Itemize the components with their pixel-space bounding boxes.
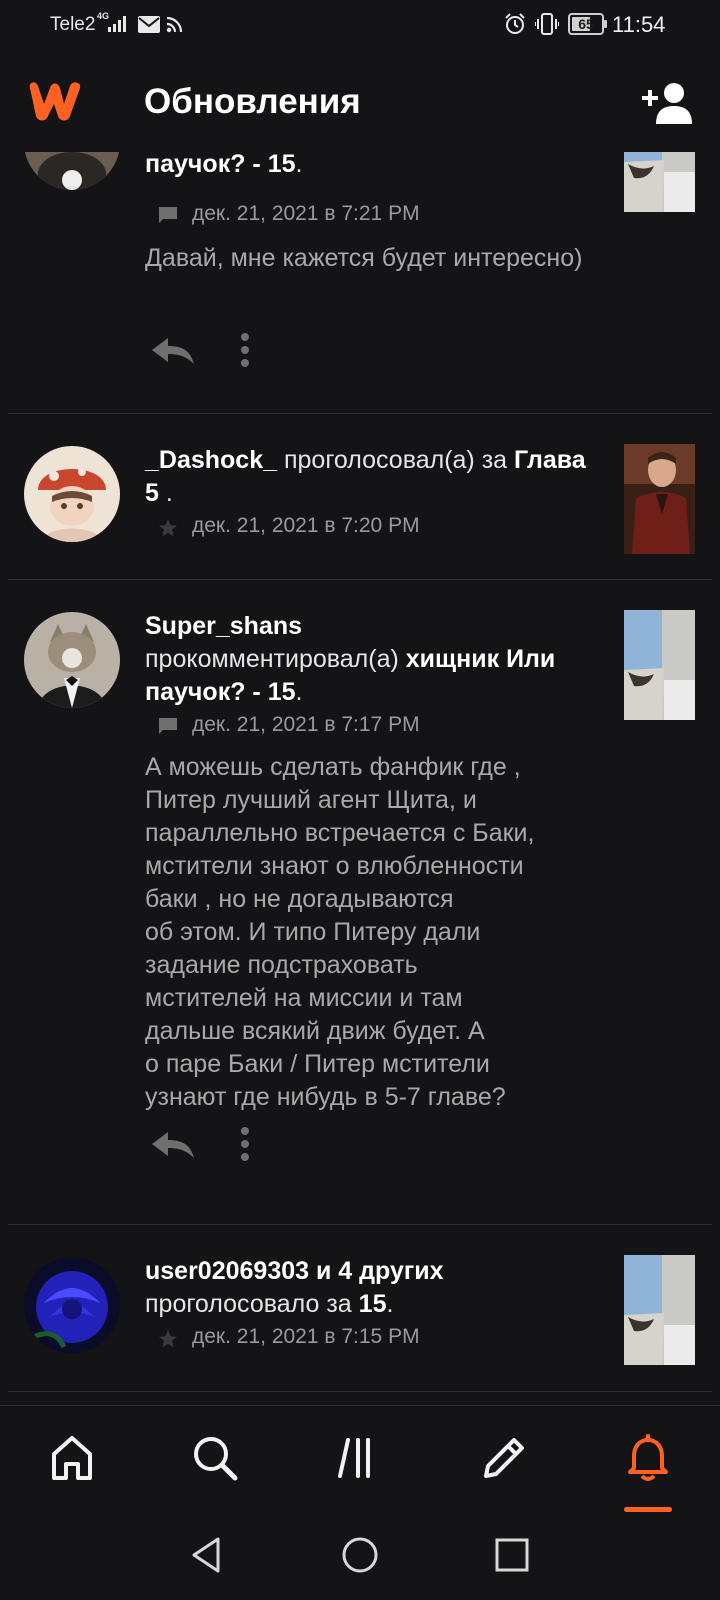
- comment-text: А можешь сделать фанфик где , Питер лучш…: [145, 751, 605, 1114]
- battery-percent: 65: [578, 16, 594, 32]
- story-link[interactable]: 15: [359, 1290, 387, 1318]
- user-link[interactable]: Super_shans: [145, 612, 302, 640]
- comment-icon: [159, 207, 177, 223]
- search-icon: [194, 1437, 238, 1481]
- action-text: прокомментировал(а): [145, 645, 406, 673]
- nav-home[interactable]: [42, 1428, 102, 1488]
- comment-line: баки , но не догадываются: [145, 885, 454, 913]
- notifications-icon: [628, 1434, 668, 1481]
- screen: Tele2 4G 65 11:54 Обновления паучок? - 1…: [0, 0, 720, 1600]
- item-headline: паучок? - 15.: [145, 152, 605, 188]
- star-icon: [159, 519, 177, 537]
- list-item[interactable]: паучок? - 15. дек. 21, 2021 в 7:21 PM Да…: [0, 152, 720, 395]
- bottom-navigation: [0, 1405, 720, 1513]
- star-icon: [159, 1330, 177, 1348]
- story-cover[interactable]: [624, 610, 695, 720]
- story-cover[interactable]: [624, 1255, 695, 1365]
- library-icon: [338, 1438, 370, 1478]
- item-headline: _Dashock_ проголосовал(а) за Глава 5 .: [145, 444, 605, 510]
- nav-write[interactable]: [474, 1428, 534, 1488]
- system-navigation-bar: [0, 1513, 720, 1600]
- add-user-icon[interactable]: [640, 82, 696, 124]
- carrier-label: Tele2: [50, 14, 96, 35]
- more-options-icon[interactable]: [240, 1126, 250, 1162]
- home-icon: [52, 1436, 92, 1480]
- clock: 11:54: [612, 12, 666, 37]
- home-button-icon[interactable]: [340, 1535, 380, 1575]
- timestamp: дек. 21, 2021 в 7:17 PM: [192, 713, 420, 736]
- more-options-icon[interactable]: [240, 332, 250, 368]
- headline-end: .: [158, 479, 173, 507]
- nav-search[interactable]: [185, 1428, 245, 1488]
- item-headline: Super_shans прокомментировал(а) хищник Ил…: [145, 610, 605, 709]
- signal-icon: [108, 16, 126, 32]
- status-bar: Tele2 4G 65 11:54: [0, 0, 720, 52]
- comment-line: о паре Баки / Питер мстители: [145, 1050, 490, 1078]
- battery-icon: 65: [568, 13, 604, 35]
- avatar[interactable]: [24, 1257, 120, 1353]
- avatar[interactable]: [24, 446, 120, 542]
- comment-line: узнают где нибудь в 5-7 главе?: [145, 1083, 506, 1111]
- user-link[interactable]: _Dashock_: [145, 446, 277, 474]
- comment-line: задание подстраховать: [145, 951, 418, 979]
- list-item[interactable]: user02069303 и 4 других проголосовало за …: [0, 1225, 720, 1392]
- alarm-icon: [505, 13, 525, 34]
- comment-line: мстителей на миссии и там: [145, 984, 463, 1012]
- write-icon: [484, 1438, 524, 1478]
- story-cover[interactable]: [624, 152, 695, 212]
- nav-notifications[interactable]: [618, 1428, 678, 1488]
- timestamp: дек. 21, 2021 в 7:20 PM: [192, 514, 420, 537]
- comment-line: дальше всякий движ будет. А: [145, 1017, 485, 1045]
- vibrate-icon: [535, 13, 559, 35]
- back-icon[interactable]: [188, 1535, 224, 1575]
- cast-icon: [166, 16, 183, 33]
- comment-line: параллельно встречается с Баки,: [145, 819, 535, 847]
- action-text: проголосовал(а) за: [277, 446, 515, 474]
- comment-text: Давай, мне кажется будет интересно): [145, 244, 583, 272]
- item-headline: user02069303 и 4 других проголосовало за …: [145, 1255, 605, 1321]
- user-link[interactable]: user02069303 и 4 других: [145, 1257, 444, 1285]
- battery-tip: [604, 20, 607, 28]
- divider: [8, 1391, 712, 1392]
- updates-feed[interactable]: паучок? - 15. дек. 21, 2021 в 7:21 PM Да…: [0, 152, 720, 1405]
- story-link[interactable]: паучок? - 15: [145, 152, 296, 178]
- comment-line: Питер лучший агент Щита, и: [145, 786, 477, 814]
- recents-icon[interactable]: [494, 1535, 530, 1575]
- mail-icon: [138, 16, 160, 33]
- comment-line: А можешь сделать фанфик где ,: [145, 753, 521, 781]
- headline-end: .: [386, 1290, 394, 1318]
- app-header: Обновления: [0, 52, 720, 152]
- comment-line: мстители знают о влюбленности: [145, 852, 524, 880]
- nav-library[interactable]: [330, 1428, 390, 1488]
- wattpad-logo-icon[interactable]: [24, 78, 88, 124]
- comment-line: об этом. И типо Питеру дали: [145, 918, 481, 946]
- story-cover[interactable]: [624, 444, 695, 554]
- avatar[interactable]: [24, 152, 120, 190]
- headline-end: .: [295, 678, 303, 706]
- active-tab-indicator: [624, 1507, 672, 1512]
- timestamp: дек. 21, 2021 в 7:21 PM: [192, 202, 420, 225]
- headline-end: .: [295, 152, 303, 178]
- reply-icon[interactable]: [150, 1130, 196, 1160]
- comment-icon: [159, 718, 177, 734]
- timestamp: дек. 21, 2021 в 7:15 PM: [192, 1325, 420, 1348]
- action-text: проголосовало за: [145, 1290, 359, 1318]
- list-item[interactable]: _Dashock_ проголосовал(а) за Глава 5 . д…: [0, 414, 720, 579]
- reply-icon[interactable]: [150, 336, 196, 366]
- avatar[interactable]: [24, 612, 120, 708]
- list-item[interactable]: Super_shans прокомментировал(а) хищник Ил…: [0, 580, 720, 1192]
- page-title: Обновления: [144, 82, 361, 121]
